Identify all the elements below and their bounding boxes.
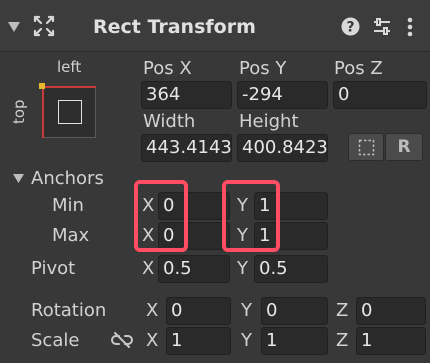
pivot-y-field[interactable]: 0.5 <box>254 255 328 283</box>
move-tool-icon <box>33 15 55 37</box>
anchor-preset-button[interactable] <box>39 83 96 138</box>
anchor-preset-horizontal-label: left <box>57 58 82 76</box>
scale-x-field[interactable]: 1 <box>166 327 231 355</box>
pivot-y-axis-label[interactable]: Y <box>237 258 248 279</box>
anchor-x-highlight-box <box>134 180 188 252</box>
anchor-y-highlight-box <box>222 180 280 252</box>
anchors-foldout-arrow-icon[interactable] <box>12 173 25 184</box>
rotation-x-axis-label[interactable]: X <box>146 300 158 321</box>
scale-y-field[interactable]: 1 <box>261 327 328 355</box>
anchor-min-label: Min <box>52 195 84 216</box>
rotation-label: Rotation <box>31 300 107 321</box>
anchor-preset-vertical-label: top <box>10 99 28 124</box>
rotation-y-axis-label[interactable]: Y <box>241 300 252 321</box>
raw-edit-button[interactable]: R <box>385 133 423 161</box>
blueprint-mode-button[interactable] <box>348 133 384 161</box>
pos-z-field[interactable]: 0 <box>333 81 427 109</box>
pos-x-field[interactable]: 364 <box>141 81 232 109</box>
pivot-x-axis-label[interactable]: X <box>142 258 154 279</box>
component-title: Rect Transform <box>93 16 256 38</box>
scale-z-axis-label[interactable]: Z <box>336 330 348 351</box>
pos-z-label: Pos Z <box>334 58 383 79</box>
scale-y-axis-label[interactable]: Y <box>241 330 252 351</box>
width-label: Width <box>143 111 196 132</box>
height-field[interactable]: 400.8423 <box>237 134 328 162</box>
height-label: Height <box>239 111 299 132</box>
scale-label: Scale <box>31 330 80 351</box>
foldout-arrow-icon[interactable] <box>7 21 21 33</box>
pivot-label: Pivot <box>31 258 76 279</box>
pos-y-label: Pos Y <box>239 58 287 79</box>
anchor-dot <box>39 83 45 89</box>
pos-x-label: Pos X <box>143 58 192 79</box>
rotation-z-axis-label[interactable]: Z <box>336 300 348 321</box>
presets-icon[interactable] <box>372 17 392 37</box>
scale-z-field[interactable]: 1 <box>356 327 426 355</box>
help-icon[interactable]: ? <box>341 17 360 36</box>
anchors-label[interactable]: Anchors <box>31 168 104 189</box>
pivot-x-field[interactable]: 0.5 <box>158 255 230 283</box>
rotation-y-field[interactable]: 0 <box>261 297 328 325</box>
pos-y-field[interactable]: -294 <box>237 81 328 109</box>
svg-text:?: ? <box>346 20 354 36</box>
more-options-icon[interactable] <box>406 16 414 38</box>
constrain-proportions-icon[interactable] <box>111 331 133 349</box>
blueprint-icon <box>358 139 375 156</box>
scale-x-axis-label[interactable]: X <box>146 330 158 351</box>
rotation-z-field[interactable]: 0 <box>356 297 426 325</box>
anchor-max-label: Max <box>52 225 90 246</box>
rotation-x-field[interactable]: 0 <box>166 297 231 325</box>
width-field[interactable]: 443.4143 <box>141 134 232 162</box>
anchor-preset-rect-icon <box>58 100 82 124</box>
